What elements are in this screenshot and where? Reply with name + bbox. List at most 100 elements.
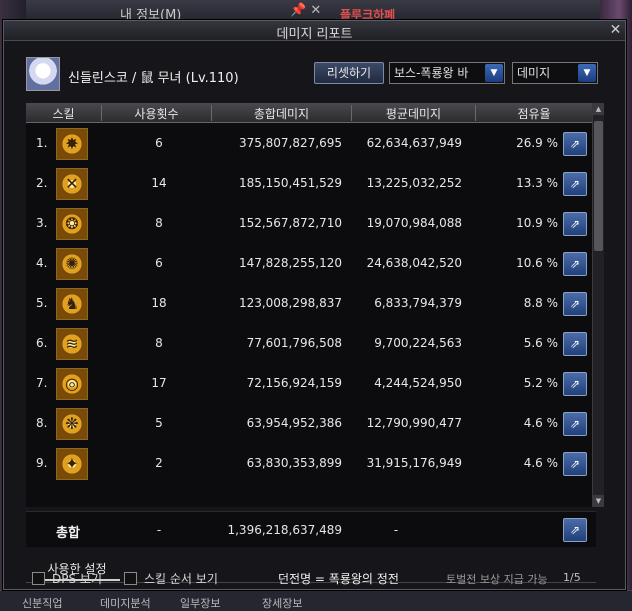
page-indicator: 1/5 (563, 571, 581, 584)
total-damage: 72,156,924,159 (246, 376, 342, 390)
uses: 18 (151, 296, 167, 310)
share-percent: 26.9 % (516, 136, 558, 150)
export-icon[interactable]: ⇗ (563, 172, 587, 196)
average-damage: 4,244,524,950 (374, 376, 462, 390)
column-header-total[interactable]: 총합데미지 (212, 105, 352, 121)
table-header: 스킬 사용횟수 총합데미지 평균데미지 점유율 (26, 103, 596, 123)
export-icon[interactable]: ⇗ (563, 292, 587, 316)
window-title: 데미지 리포트 (276, 27, 353, 42)
skill-spiral-icon: ◎ (56, 368, 88, 400)
average-damage: 12,790,990,477 (366, 416, 462, 430)
average-damage: 6,833,794,379 (374, 296, 462, 310)
column-header-uses[interactable]: 사용횟수 (102, 105, 212, 121)
export-icon[interactable]: ⇗ (563, 412, 587, 436)
reset-button[interactable]: 리셋하기 (314, 62, 384, 84)
avatar (26, 57, 60, 91)
scroll-down-icon[interactable]: ▼ (593, 495, 604, 507)
background-tab[interactable]: 장세장보 (262, 595, 302, 611)
table-scrollbar[interactable]: ▲ ▼ (592, 103, 604, 507)
background-tab[interactable]: 일부장보 (180, 595, 220, 611)
background-tab[interactable]: 신분직업 (22, 595, 62, 611)
total-damage: 147,828,255,120 (238, 256, 342, 270)
share-percent: 10.9 % (516, 216, 558, 230)
table-row[interactable]: 8. ❋ 5 63,954,952,386 12,790,990,477 4.6… (26, 404, 596, 444)
background-tab[interactable]: 데미지분석 (100, 595, 151, 611)
rank: 9. (36, 456, 48, 470)
mode-select-value: 데미지 (517, 66, 551, 80)
table-row[interactable]: 4. ✺ 6 147,828,255,120 24,638,042,520 10… (26, 244, 596, 284)
total-damage: 152,567,872,710 (238, 216, 342, 230)
background-bottom-bar: 신분직업 데미지분석 일부장보 장세장보 (0, 590, 632, 611)
uses: 8 (155, 336, 163, 350)
dungeon-name: 던전명 = 폭룡왕의 정전 (278, 572, 399, 586)
table-row[interactable]: 5. ♞ 18 123,008,298,837 6,833,794,379 8.… (26, 284, 596, 324)
table-row[interactable]: 6. ≋ 8 77,601,796,508 9,700,224,563 5.6 … (26, 324, 596, 364)
export-icon[interactable]: ⇗ (563, 212, 587, 236)
skill-claw-icon: ✦ (56, 448, 88, 480)
totals-label: 총합 (56, 526, 80, 541)
export-icon[interactable]: ⇗ (563, 252, 587, 276)
export-icon[interactable]: ⇗ (563, 372, 587, 396)
scroll-up-icon[interactable]: ▲ (593, 103, 604, 115)
average-damage: 24,638,042,520 (366, 256, 462, 270)
uses: 17 (151, 376, 167, 390)
share-percent: 4.6 % (523, 456, 558, 470)
rank: 6. (36, 336, 48, 350)
table-row[interactable]: 3. ❂ 8 152,567,872,710 19,070,984,088 10… (26, 204, 596, 244)
export-icon[interactable]: ⇗ (563, 132, 587, 156)
total-damage: 375,807,827,695 (238, 136, 342, 150)
rank: 5. (36, 296, 48, 310)
totals-row: 총합 - 1,396,218,637,489 - ⇗ (26, 511, 596, 547)
player-name: 신들린스코 / 鼠 무녀 (Lv.110) (68, 71, 239, 86)
skill-order-checkbox[interactable] (124, 572, 137, 585)
mode-select[interactable]: 데미지 ▼ (512, 62, 598, 84)
damage-report-window: 데미지 리포트 ✕ 신들린스코 / 鼠 무녀 (Lv.110) 리셋하기 보스-… (3, 20, 626, 590)
share-percent: 5.6 % (523, 336, 558, 350)
export-icon[interactable]: ⇗ (563, 518, 587, 542)
table-row[interactable]: 1. ✸ 6 375,807,827,695 62,634,637,949 26… (26, 124, 596, 164)
export-icon[interactable]: ⇗ (563, 332, 587, 356)
uses: 14 (151, 176, 167, 190)
boss-select[interactable]: 보스-폭룡왕 바 ▼ (389, 62, 505, 84)
chevron-down-icon: ▼ (485, 64, 503, 82)
column-header-share[interactable]: 점유율 (476, 105, 592, 121)
skill-order-checkbox-label[interactable]: 스킬 순서 보기 (144, 570, 218, 587)
uses: 6 (155, 256, 163, 270)
average-damage: 19,070,984,088 (366, 216, 462, 230)
share-percent: 13.3 % (516, 176, 558, 190)
rank: 4. (36, 256, 48, 270)
share-percent: 8.8 % (523, 296, 558, 310)
background-notice: 토벌전 보상 지급 가능 (446, 573, 548, 586)
rank: 3. (36, 216, 48, 230)
average-damage: 13,225,032,252 (366, 176, 462, 190)
average-damage: 9,700,224,563 (374, 336, 462, 350)
dps-checkbox-label[interactable]: DPS 보기 (52, 570, 102, 587)
skill-orb-icon: ✺ (56, 248, 88, 280)
totals-uses: - (156, 523, 162, 537)
rank: 2. (36, 176, 48, 190)
table-row[interactable]: 7. ◎ 17 72,156,924,159 4,244,524,950 5.2… (26, 364, 596, 404)
export-icon[interactable]: ⇗ (563, 452, 587, 476)
column-header-skill[interactable]: 스킬 (26, 105, 102, 121)
skill-dragon-icon: ♞ (56, 288, 88, 320)
skill-burst-icon: ✸ (56, 128, 88, 160)
rank: 8. (36, 416, 48, 430)
close-icon[interactable]: ✕ (608, 23, 623, 38)
column-header-average[interactable]: 평균데미지 (352, 105, 476, 121)
window-titlebar[interactable]: 데미지 리포트 ✕ (4, 21, 625, 42)
total-damage: 77,601,796,508 (246, 336, 342, 350)
scroll-thumb[interactable] (594, 121, 603, 251)
uses: 2 (155, 456, 163, 470)
total-damage: 123,008,298,837 (238, 296, 342, 310)
dps-checkbox[interactable] (32, 572, 45, 585)
pin-icon: 📌 ✕ (290, 3, 322, 18)
total-damage: 63,954,952,386 (246, 416, 342, 430)
table-row[interactable]: 2. ✕ 14 185,150,451,529 13,225,032,252 1… (26, 164, 596, 204)
average-damage: 31,915,176,949 (366, 456, 462, 470)
report-header: 신들린스코 / 鼠 무녀 (Lv.110) 리셋하기 보스-폭룡왕 바 ▼ 데미… (26, 57, 606, 91)
uses: 6 (155, 136, 163, 150)
totals-average: - (393, 523, 399, 537)
share-percent: 10.6 % (516, 256, 558, 270)
table-row[interactable]: 9. ✦ 2 63,830,353,899 31,915,176,949 4.6… (26, 444, 596, 484)
skill-cross-icon: ✕ (56, 168, 88, 200)
